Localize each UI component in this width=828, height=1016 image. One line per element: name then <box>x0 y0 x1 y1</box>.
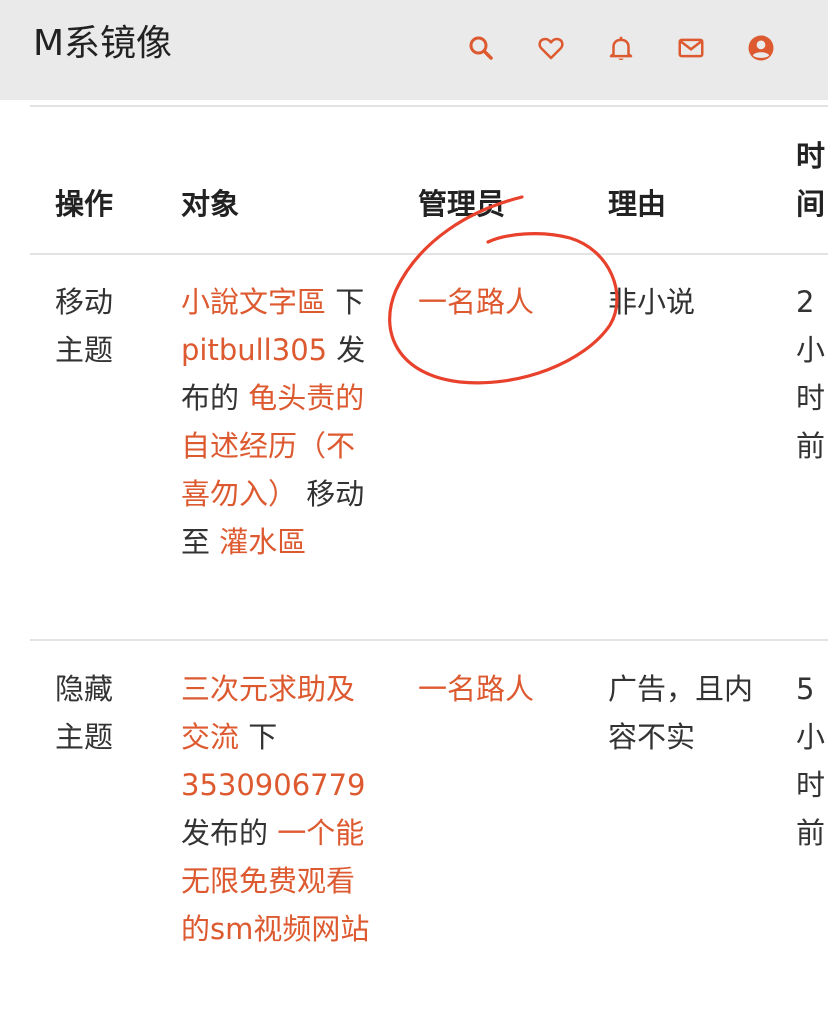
row-1-destination-link[interactable]: 灌水區 <box>219 525 306 559</box>
bell-icon[interactable] <box>605 32 637 64</box>
row-2-admin-link[interactable]: 一名路人 <box>418 665 534 713</box>
column-header-target: 对象 <box>181 187 240 221</box>
row-1-board-link[interactable]: 小說文字區 <box>181 285 326 319</box>
row-2-user-link[interactable]: 3530906779 <box>181 768 366 802</box>
row-2-sep-under: 下 <box>239 720 278 754</box>
row-divider <box>30 639 828 641</box>
top-bar: M系镜像 <box>0 0 828 100</box>
heart-icon[interactable] <box>535 32 567 64</box>
table-top-divider <box>30 105 828 107</box>
row-1-target: 小說文字區 下 pitbull305 发布的 龟头责的自述经历（不喜勿入） 移动… <box>181 278 376 566</box>
row-2-reason: 广告，且内容不实 <box>608 672 754 754</box>
row-1-sep-under: 下 <box>326 285 365 319</box>
row-2-sep-posted: 发布的 <box>181 816 278 850</box>
column-header-reason: 理由 <box>608 187 667 221</box>
column-header-time: 时间 <box>796 139 826 221</box>
row-1-user-link[interactable]: pitbull305 <box>181 333 327 367</box>
row-1-reason: 非小说 <box>608 285 696 319</box>
mail-icon[interactable] <box>675 32 707 64</box>
user-icon[interactable] <box>745 32 777 64</box>
search-icon[interactable] <box>465 32 497 64</box>
row-1-time: 2小时前 <box>796 285 826 463</box>
row-2-target: 三次元求助及交流 下 3530906779 发布的 一个能无限免费观看的sm视频… <box>181 665 376 953</box>
row-1-operation: 移动主题 <box>55 285 114 367</box>
row-2-operation: 隐藏主题 <box>55 672 114 754</box>
column-header-admin: 管理员 <box>418 187 506 221</box>
hand-drawn-circle-annotation <box>388 195 619 385</box>
site-title[interactable]: M系镜像 <box>33 22 172 66</box>
header-divider <box>30 253 828 255</box>
row-2-time: 5小时前 <box>796 672 826 850</box>
row-1-admin-link[interactable]: 一名路人 <box>418 278 534 326</box>
column-header-operation: 操作 <box>55 187 114 221</box>
